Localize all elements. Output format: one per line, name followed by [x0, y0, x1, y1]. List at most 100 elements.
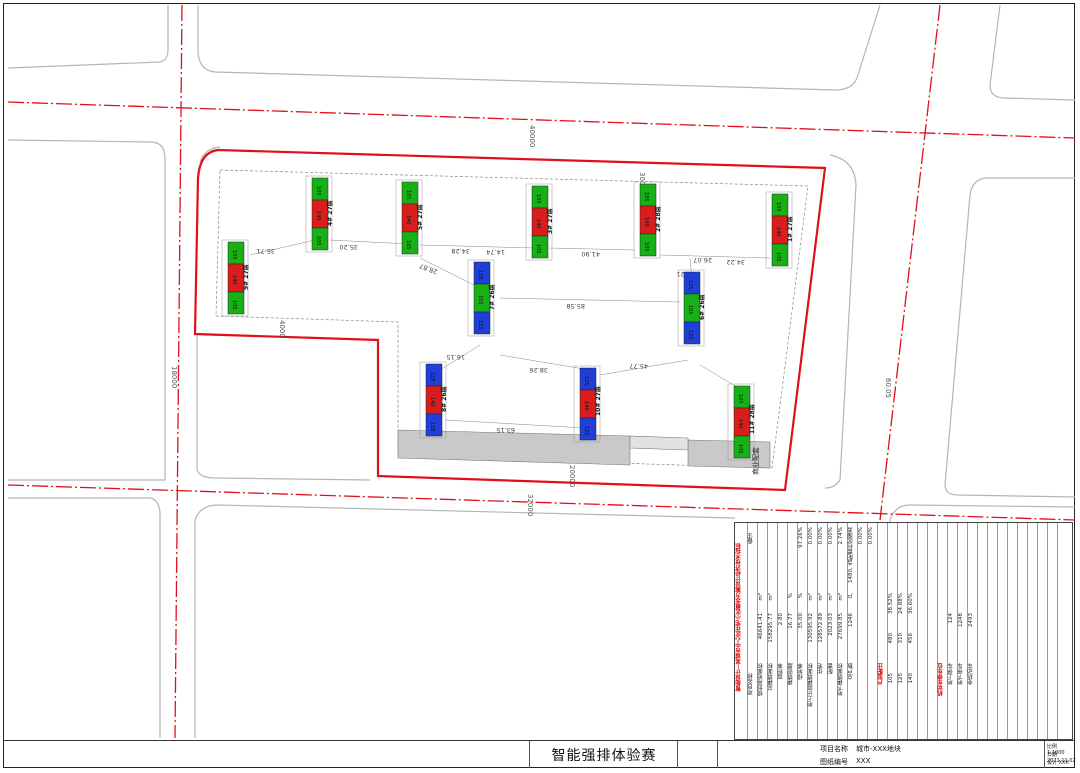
- residential-building: 105 140 105 9# 27层: [221, 239, 250, 317]
- table-note: 2.74%: [838, 527, 844, 545]
- unit-type-label: 105: [643, 242, 649, 252]
- unit-type-label: 125: [583, 376, 589, 386]
- residential-building: 125 140 125 10# 27层: [573, 365, 602, 443]
- table-row-value: 128572.89: [818, 613, 824, 643]
- unit-type-label: 105: [737, 444, 743, 454]
- building-floors-label: 7# 26层: [488, 284, 496, 310]
- table-row-name: 地上计容建筑面积: [808, 663, 814, 707]
- unit-mix-cell: 105: [888, 673, 894, 684]
- residential-building: 105 140 105 3# 27层: [525, 183, 554, 261]
- sign-box: 比例 1:1000 日期 2021.11.02 设计 XXX: [1044, 741, 1076, 768]
- unit-type-label: 105: [405, 240, 411, 250]
- residential-building: 125 140 125 8# 26层: [419, 361, 448, 439]
- unit-type-label: 140: [643, 217, 649, 227]
- unit-mix-title: 户型配比: [878, 663, 884, 685]
- residential-building: 125 105 125 6# 26层: [677, 269, 706, 347]
- table-row-unit: %: [788, 593, 794, 599]
- unit-type-label: 105: [737, 394, 743, 404]
- building-floors-label: 1# 27层: [786, 216, 794, 242]
- building-floors-label: 4# 27层: [326, 200, 334, 226]
- building-floors-label: 10# 27层: [594, 386, 602, 416]
- drawing-no-label: 图纸编号: [820, 758, 848, 766]
- title-block: 智能强排体验赛 项目名称 城市-XXX地块 图纸编号 XXX 比例 1:1000…: [4, 740, 1076, 768]
- unit-type-label: 140: [535, 219, 541, 229]
- unit-type-label: 105: [535, 244, 541, 254]
- setback-line: [215, 169, 809, 469]
- table-row-unit: %: [798, 593, 804, 599]
- table-row-value: 16.77: [788, 613, 794, 629]
- unit-type-label: 140: [429, 397, 435, 407]
- spacing-label: 45.77: [629, 362, 648, 370]
- road-width-label-bottom: 32000: [526, 494, 534, 516]
- spacing-label: 14.74: [486, 248, 505, 256]
- unit-type-label: 125: [687, 280, 693, 290]
- unit-mix-cell: 36.60%: [908, 593, 914, 614]
- residential-building: 105 140 105 2# 28层: [633, 181, 662, 259]
- table-row-value: 2023.03: [828, 613, 834, 636]
- unit-type-label: 105: [687, 305, 693, 315]
- table-row-value: 130595.92: [808, 613, 814, 643]
- unit-mix-cell: 456: [908, 633, 914, 644]
- unit-type-label: 105: [775, 252, 781, 262]
- unit-mix-cell: 480: [888, 633, 894, 644]
- spacing-label: 26.07: [693, 256, 712, 264]
- unit-type-label: 125: [477, 270, 483, 280]
- spacing-label: 38.26: [529, 366, 548, 374]
- table-row-name: 地下建筑面积: [838, 663, 844, 696]
- spacing-label: 28.87: [418, 262, 438, 276]
- unit-type-label: 140: [405, 215, 411, 225]
- unit-type-label: 140: [231, 275, 237, 285]
- residential-building: 105 140 105 5# 27层: [395, 179, 424, 257]
- unit-type-label: 105: [643, 192, 649, 202]
- spacing-label: 16.15: [446, 353, 465, 361]
- spacing-label: 35.71: [256, 247, 275, 255]
- unit-type-label: 140: [737, 419, 743, 429]
- building-floors-label: 5# 27层: [416, 204, 424, 230]
- unit-type-label: 140: [583, 401, 589, 411]
- road-width-label-left: 18000: [170, 366, 178, 388]
- unit-type-label: 105: [477, 295, 483, 305]
- building-floors-label: 2# 28层: [654, 206, 662, 232]
- parking-title: 机动车停车位: [938, 663, 944, 696]
- parking-value: 124: [948, 613, 954, 624]
- table-row-unit: m²: [818, 593, 824, 601]
- commercial-label: 商业配套: [751, 447, 760, 475]
- table-row-name: 建筑密度: [788, 663, 794, 685]
- unit-type-label: 105: [315, 236, 321, 246]
- unit-type-label: 105: [315, 186, 321, 196]
- unit-type-label: 140: [315, 211, 321, 221]
- unit-mix-cell: 125: [898, 673, 904, 684]
- table-row-value: 158295.77: [768, 613, 774, 643]
- road-width-label-top: 40000: [528, 125, 536, 147]
- parking-name: 非机动车: [968, 663, 974, 685]
- spacing-label: 35.20: [339, 243, 358, 251]
- residential-building: 105 140 105 4# 27层: [305, 175, 334, 253]
- unit-mix-cell: 310: [898, 633, 904, 644]
- building-floors-label: 6# 26层: [698, 294, 706, 320]
- table-row-name: 总户数: [848, 663, 854, 680]
- buildings-layer: 105 140 105 9# 27层 105 140 105 4# 27层 105 140 105 5…: [221, 175, 794, 461]
- table-row-name: 容积率: [778, 663, 784, 680]
- table-row-unit: m²: [828, 593, 834, 601]
- unit-type-label: 105: [231, 300, 237, 310]
- table-note: 0.00%: [828, 527, 834, 545]
- table-header: 项目名称: [748, 673, 754, 695]
- building-floors-label: 8# 26层: [440, 386, 448, 412]
- table-row-name: 住宅: [818, 663, 824, 674]
- indicator-table: 智能设计—某城市中心区住宅小区概念方案设计经济技术指标 项目名称 备注 规划用地…: [734, 522, 1073, 740]
- unit-type-label: 125: [429, 372, 435, 382]
- unit-type-label: 140: [775, 227, 781, 237]
- table-title: 智能设计—某城市中心区住宅小区概念方案设计经济技术指标: [736, 543, 742, 692]
- table-note: 1480, 含配套社区服务: [848, 527, 854, 583]
- road-width-label-inner: 20000: [568, 465, 576, 487]
- unit-type-label: 105: [405, 190, 411, 200]
- drawing-title: 智能强排体验赛: [529, 741, 678, 768]
- project-info: 项目名称 城市-XXX地块 图纸编号 XXX: [792, 741, 1042, 768]
- unit-type-label: 125: [429, 422, 435, 432]
- residential-building: 125 105 125 7# 26层: [467, 259, 496, 337]
- project-name-value: 城市-XXX地块: [856, 745, 901, 753]
- building-floors-label: 3# 27层: [546, 208, 554, 234]
- table-row-name: 绿地率: [798, 663, 804, 680]
- table-row-value: 35.00: [798, 613, 804, 629]
- spacing-label: 63.15: [496, 426, 515, 434]
